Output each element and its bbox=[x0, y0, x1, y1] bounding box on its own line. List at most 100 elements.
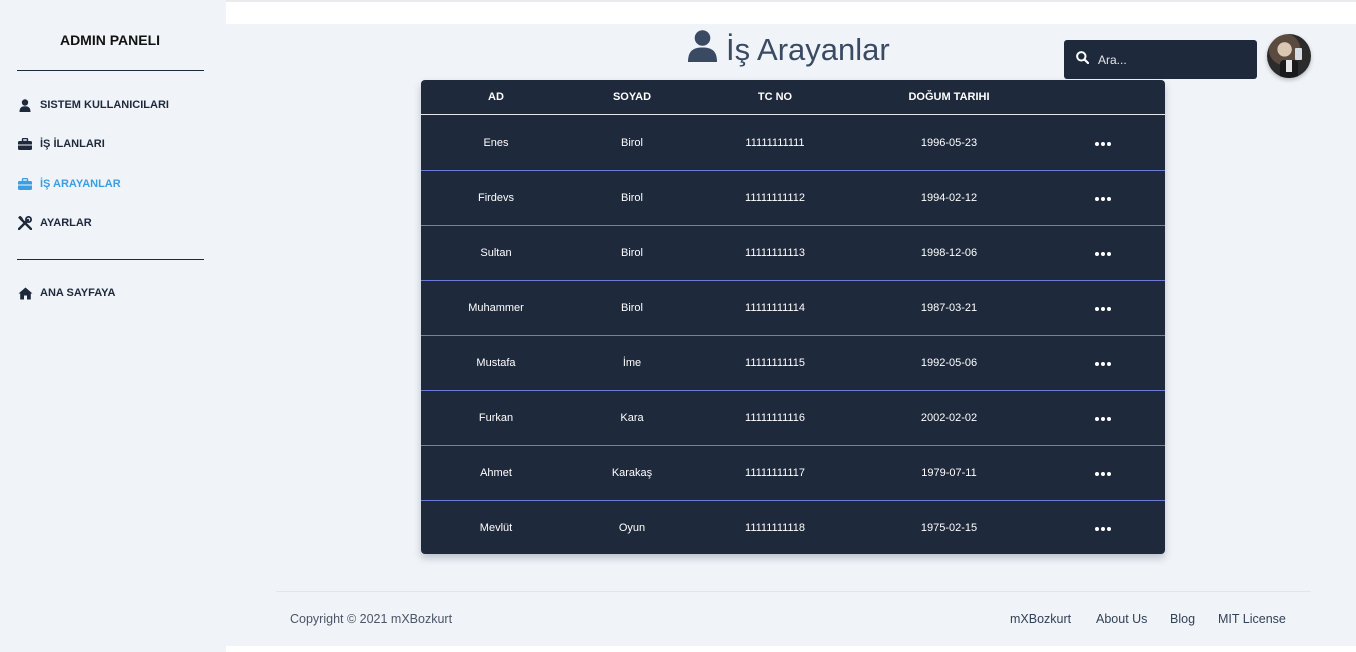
cell-dogum-tarihi: 1979-07-11 bbox=[921, 467, 977, 479]
dot bbox=[1107, 197, 1111, 201]
more-options-icon[interactable] bbox=[1095, 282, 1111, 336]
tools-icon bbox=[17, 216, 33, 230]
job-seekers-table: AD SOYAD TC NO DOĞUM TARIHI Enes Birol 111… bbox=[421, 80, 1165, 554]
dot bbox=[1101, 417, 1105, 421]
table-row: Furkan Kara 11111111116 2002-02-02 bbox=[421, 391, 1165, 446]
more-options-icon[interactable] bbox=[1095, 337, 1111, 391]
sidebar-item-is-arayanlar[interactable]: İŞ ARAYANLAR bbox=[17, 177, 121, 191]
dot bbox=[1101, 142, 1105, 146]
dot bbox=[1101, 252, 1105, 256]
row-actions-cell bbox=[1083, 446, 1123, 500]
more-options-icon[interactable] bbox=[1095, 392, 1111, 446]
sidebar-item-label: ANA SAYFAYA bbox=[40, 287, 116, 299]
cell-dogum-tarihi: 2002-02-02 bbox=[920, 412, 978, 424]
column-header-dogum-tarihi[interactable]: DOĞUM TARIHI bbox=[899, 80, 999, 115]
row-actions-cell bbox=[1083, 281, 1123, 335]
search-input[interactable] bbox=[1098, 52, 1248, 67]
avatar-collar bbox=[1286, 60, 1292, 72]
footer-link-mit-license[interactable]: MIT License bbox=[1218, 612, 1286, 626]
table-row: Mevlüt Oyun 11111111118 1975-02-15 bbox=[421, 501, 1165, 554]
dot bbox=[1101, 472, 1105, 476]
top-border bbox=[226, 0, 1356, 2]
sidebar-item-label: İŞ İLANLARI bbox=[40, 138, 105, 150]
dot bbox=[1095, 307, 1099, 311]
row-actions-cell bbox=[1083, 171, 1123, 225]
more-options-icon[interactable] bbox=[1095, 502, 1111, 554]
cell-tc-no: 11111111115 bbox=[745, 357, 805, 369]
cell-ad: Sultan bbox=[480, 247, 512, 259]
sidebar-divider bbox=[17, 70, 204, 71]
cell-ad: Ahmet bbox=[480, 467, 512, 479]
cell-ad: Mustafa bbox=[476, 357, 516, 369]
footer-link-mxbozkurt[interactable]: mXBozkurt bbox=[1010, 612, 1071, 626]
footer-link-about-us[interactable]: About Us bbox=[1096, 612, 1147, 626]
sidebar-item-ana-sayfaya[interactable]: ANA SAYFAYA bbox=[17, 286, 115, 300]
cell-tc-no: 11111111118 bbox=[745, 522, 805, 534]
cell-soyad: Birol bbox=[620, 247, 643, 259]
dot bbox=[1095, 142, 1099, 146]
row-actions-cell bbox=[1083, 336, 1123, 390]
avatar[interactable] bbox=[1267, 34, 1311, 78]
cell-tc-no: 11111111111 bbox=[745, 137, 805, 149]
table-row: Firdevs Birol 11111111112 1994-02-12 bbox=[421, 171, 1165, 226]
dot bbox=[1095, 527, 1099, 531]
cell-ad: Mevlüt bbox=[479, 522, 513, 534]
table-row: Mustafa İme 11111111115 1992-05-06 bbox=[421, 336, 1165, 391]
search-icon bbox=[1076, 50, 1090, 69]
cell-soyad: Birol bbox=[620, 137, 643, 149]
more-options-icon[interactable] bbox=[1095, 117, 1111, 171]
row-actions-cell bbox=[1083, 501, 1123, 554]
briefcase-icon bbox=[17, 137, 33, 151]
table-row: Sultan Birol 11111111113 1998-12-06 bbox=[421, 226, 1165, 281]
user-icon bbox=[688, 30, 717, 70]
column-header-soyad[interactable]: SOYAD bbox=[582, 80, 682, 115]
sidebar-item-label: AYARLAR bbox=[40, 217, 92, 229]
home-icon bbox=[17, 286, 33, 300]
dot bbox=[1101, 362, 1105, 366]
table-row: Ahmet Karakaş 11111111117 1979-07-11 bbox=[421, 446, 1165, 501]
sidebar-item-label: SISTEM KULLANICILARI bbox=[40, 99, 169, 111]
cell-soyad: Kara bbox=[620, 412, 644, 424]
dot bbox=[1101, 527, 1105, 531]
dot bbox=[1107, 307, 1111, 311]
dot bbox=[1095, 472, 1099, 476]
column-header-ad[interactable]: AD bbox=[446, 80, 546, 115]
table-header: AD SOYAD TC NO DOĞUM TARIHI bbox=[421, 80, 1165, 115]
cell-dogum-tarihi: 1975-02-15 bbox=[920, 522, 978, 534]
dot bbox=[1095, 362, 1099, 366]
dot bbox=[1107, 472, 1111, 476]
footer-divider bbox=[276, 591, 1311, 592]
cell-soyad: İme bbox=[622, 357, 642, 369]
dot bbox=[1095, 417, 1099, 421]
dot bbox=[1107, 252, 1111, 256]
dot bbox=[1107, 527, 1111, 531]
cell-tc-no: 11111111113 bbox=[745, 247, 805, 259]
sidebar-item-sistem-kullanicilari[interactable]: SISTEM KULLANICILARI bbox=[17, 98, 169, 112]
row-actions-cell bbox=[1083, 116, 1123, 170]
cell-ad: Enes bbox=[483, 137, 509, 149]
cell-dogum-tarihi: 1996-05-23 bbox=[920, 137, 978, 149]
sidebar-item-ayarlar[interactable]: AYARLAR bbox=[17, 216, 92, 230]
footer-link-blog[interactable]: Blog bbox=[1170, 612, 1195, 626]
table-row: Enes Birol 11111111111 1996-05-23 bbox=[421, 116, 1165, 171]
dot bbox=[1095, 252, 1099, 256]
sidebar-item-is-ilanlari[interactable]: İŞ İLANLARI bbox=[17, 137, 105, 151]
sidebar-divider bbox=[17, 259, 204, 260]
more-options-icon[interactable] bbox=[1095, 447, 1111, 501]
more-options-icon[interactable] bbox=[1095, 172, 1111, 226]
search-box[interactable] bbox=[1064, 40, 1257, 79]
page-title-text: İş Arayanlar bbox=[726, 32, 890, 67]
dot bbox=[1107, 142, 1111, 146]
cell-dogum-tarihi: 1998-12-06 bbox=[920, 247, 978, 259]
more-options-icon[interactable] bbox=[1095, 227, 1111, 281]
cell-tc-no: 11111111112 bbox=[745, 192, 805, 204]
cell-dogum-tarihi: 1992-05-06 bbox=[920, 357, 978, 369]
column-header-tc-no[interactable]: TC NO bbox=[725, 80, 825, 115]
cell-ad: Furkan bbox=[478, 412, 514, 424]
dot bbox=[1107, 417, 1111, 421]
sidebar: ADMIN PANELI SISTEM KULLANICILARI İŞ İLA… bbox=[0, 0, 226, 652]
footer-copyright: Copyright © 2021 mXBozkurt bbox=[290, 612, 453, 626]
avatar-phone bbox=[1295, 48, 1302, 60]
table-row: Muhammer Birol 11111111114 1987-03-21 bbox=[421, 281, 1165, 336]
cell-tc-no: 11111111116 bbox=[745, 412, 805, 424]
